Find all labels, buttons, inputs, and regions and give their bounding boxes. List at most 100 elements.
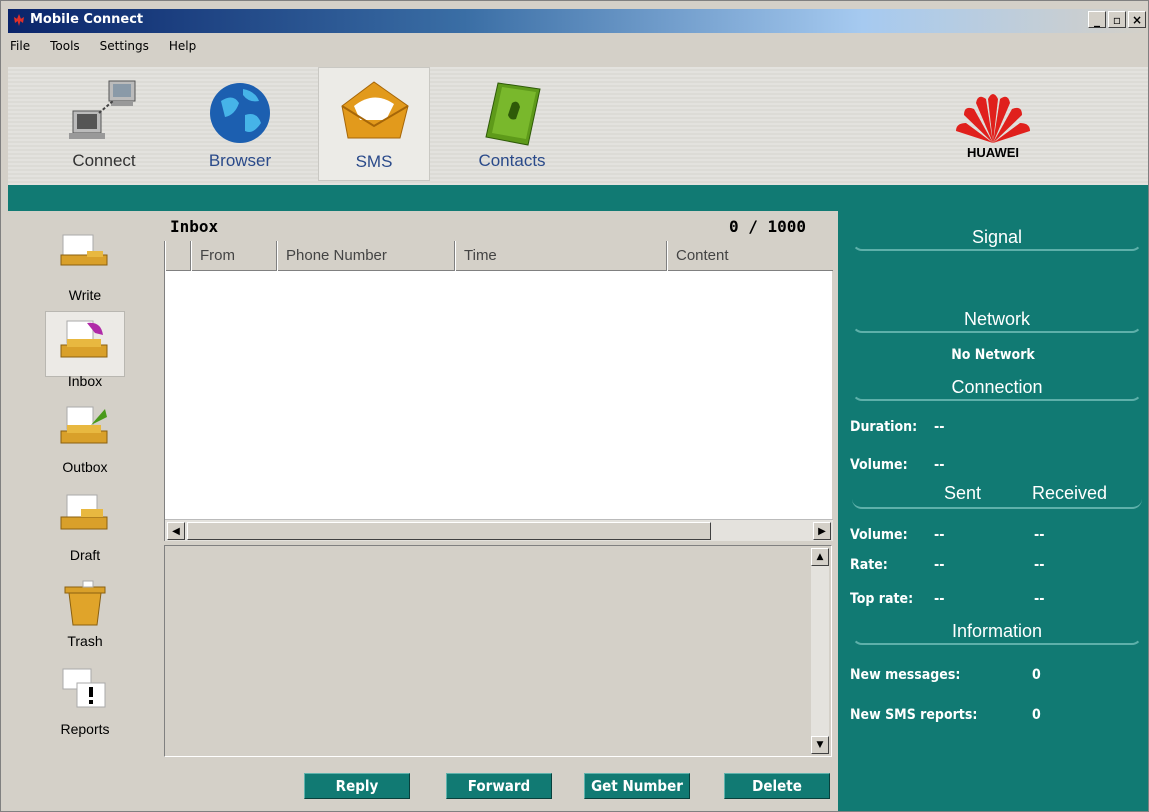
menu-tools[interactable]: Tools xyxy=(48,37,82,59)
nav-draft-label: Draft xyxy=(69,547,101,563)
toolbar-sms-label: SMS xyxy=(355,152,393,171)
main-toolbar: Connect Browser SMS Contacts HUAWEI xyxy=(8,67,1148,185)
nav-inbox-label: Inbox xyxy=(67,373,103,389)
globe-icon xyxy=(210,83,270,143)
column-headers: From Phone Number Time Content xyxy=(165,241,833,271)
information-section: Information xyxy=(852,619,1142,645)
huawei-petals-icon xyxy=(956,94,1030,143)
duration-value: -- xyxy=(934,419,945,435)
column-header-content[interactable]: Content xyxy=(667,241,833,271)
inbox-panel: Inbox 0 / 1000 From Phone Number Time Co… xyxy=(158,211,834,811)
menu-help[interactable]: Help xyxy=(167,37,198,59)
network-title: Network xyxy=(963,309,1030,329)
inbox-icon xyxy=(60,320,108,358)
get-number-button[interactable]: Get Number xyxy=(584,773,690,799)
column-header-phone-number[interactable]: Phone Number xyxy=(277,241,455,271)
minimize-button[interactable]: _ xyxy=(1088,11,1106,28)
scroll-left-button[interactable]: ◀ xyxy=(167,522,185,540)
information-title: Information xyxy=(951,621,1043,641)
rate-received: -- xyxy=(1034,557,1045,573)
nav-outbox[interactable]: Outbox xyxy=(45,397,125,477)
huawei-logo: HUAWEI xyxy=(938,85,1048,175)
received-title: Received xyxy=(1032,483,1108,503)
toolbar-contacts-label: Contacts xyxy=(478,151,546,170)
app-window: Mobile Connect _ ▫ × File Tools Settings… xyxy=(0,0,1149,812)
brand-name: HUAWEI xyxy=(967,145,1019,160)
teal-divider xyxy=(8,185,1148,211)
volume-label: Volume: xyxy=(850,457,908,473)
traffic-volume-received: -- xyxy=(1034,527,1045,543)
nav-write-label: Write xyxy=(68,287,102,303)
sent-title: Sent xyxy=(944,483,982,503)
vertical-scrollbar[interactable]: ▲ ▼ xyxy=(811,548,829,754)
scroll-up-button[interactable]: ▲ xyxy=(811,548,829,566)
connection-title: Connection xyxy=(951,377,1043,397)
new-messages-label: New messages: xyxy=(850,667,961,683)
rate-sent: -- xyxy=(934,557,945,573)
new-messages-value: 0 xyxy=(1032,667,1041,683)
signal-title: Signal xyxy=(971,227,1023,247)
toolbar-sms-button[interactable]: SMS xyxy=(318,67,430,181)
top-rate-sent: -- xyxy=(934,591,945,607)
message-count: 0 / 1000 xyxy=(728,217,806,236)
toolbar-browser-label: Browser xyxy=(208,151,272,170)
outbox-icon xyxy=(60,406,108,444)
address-book-icon xyxy=(485,82,541,146)
maximize-button[interactable]: ▫ xyxy=(1108,11,1126,28)
connect-computers-icon xyxy=(69,80,136,139)
menu-bar: File Tools Settings Help xyxy=(8,37,198,59)
toolbar-connect-button[interactable]: Connect xyxy=(48,67,160,181)
nav-inbox[interactable]: Inbox xyxy=(45,311,125,391)
scroll-right-button[interactable]: ▶ xyxy=(813,522,831,540)
volume-value: -- xyxy=(934,457,945,473)
action-buttons: Reply Forward Get Number Delete xyxy=(158,771,834,801)
toolbar-browser-button[interactable]: Browser xyxy=(184,67,296,181)
scroll-down-button[interactable]: ▼ xyxy=(811,736,829,754)
network-status: No Network xyxy=(951,347,1035,363)
nav-write[interactable]: Write xyxy=(45,225,125,305)
close-button[interactable]: × xyxy=(1128,11,1146,28)
toolbar-contacts-button[interactable]: Contacts xyxy=(456,67,568,181)
nav-outbox-label: Outbox xyxy=(62,459,108,475)
traffic-section: Sent Received xyxy=(852,483,1142,509)
traffic-volume-sent: -- xyxy=(934,527,945,543)
reply-button[interactable]: Reply xyxy=(304,773,410,799)
menu-file[interactable]: File xyxy=(8,37,32,59)
window-title: Mobile Connect xyxy=(30,12,144,27)
scroll-thumb[interactable] xyxy=(187,522,711,540)
nav-trash-label: Trash xyxy=(67,633,103,649)
nav-trash[interactable]: Trash xyxy=(45,571,125,651)
forward-button[interactable]: Forward xyxy=(446,773,552,799)
window-controls: _ ▫ × xyxy=(1088,11,1146,28)
draft-icon xyxy=(60,494,108,530)
rate-label: Rate: xyxy=(850,557,888,573)
nav-reports[interactable]: Reports xyxy=(45,659,125,739)
reports-icon xyxy=(62,668,106,708)
horizontal-scrollbar[interactable]: ◀ ▶ xyxy=(165,519,833,541)
column-header-select[interactable] xyxy=(165,241,191,271)
app-logo-icon xyxy=(14,14,24,26)
column-header-from[interactable]: From xyxy=(191,241,277,271)
signal-section: Signal xyxy=(852,225,1142,251)
delete-button[interactable]: Delete xyxy=(724,773,830,799)
column-header-time[interactable]: Time xyxy=(455,241,667,271)
title-bar[interactable]: Mobile Connect _ ▫ × xyxy=(8,9,1148,33)
message-list[interactable]: From Phone Number Time Content ◀ ▶ xyxy=(164,241,833,541)
top-rate-received: -- xyxy=(1034,591,1045,607)
top-rate-label: Top rate: xyxy=(850,591,914,607)
menu-settings[interactable]: Settings xyxy=(98,37,151,59)
connection-section: Connection xyxy=(852,375,1142,401)
nav-draft[interactable]: Draft xyxy=(45,485,125,565)
sms-folder-nav: Write Inbox Outbox Draft Trash Reports xyxy=(8,211,158,811)
status-panel: Signal Network No Network Connection Dur… xyxy=(838,211,1148,811)
panel-title: Inbox xyxy=(170,217,219,236)
network-section: Network xyxy=(852,307,1142,333)
traffic-volume-label: Volume: xyxy=(850,527,908,543)
message-preview[interactable]: ▲ ▼ xyxy=(164,545,832,757)
envelope-icon xyxy=(341,81,409,139)
nav-reports-label: Reports xyxy=(60,721,110,737)
write-icon xyxy=(60,234,108,266)
toolbar-connect-label: Connect xyxy=(72,151,136,170)
trash-icon xyxy=(64,580,106,626)
duration-label: Duration: xyxy=(850,419,918,435)
